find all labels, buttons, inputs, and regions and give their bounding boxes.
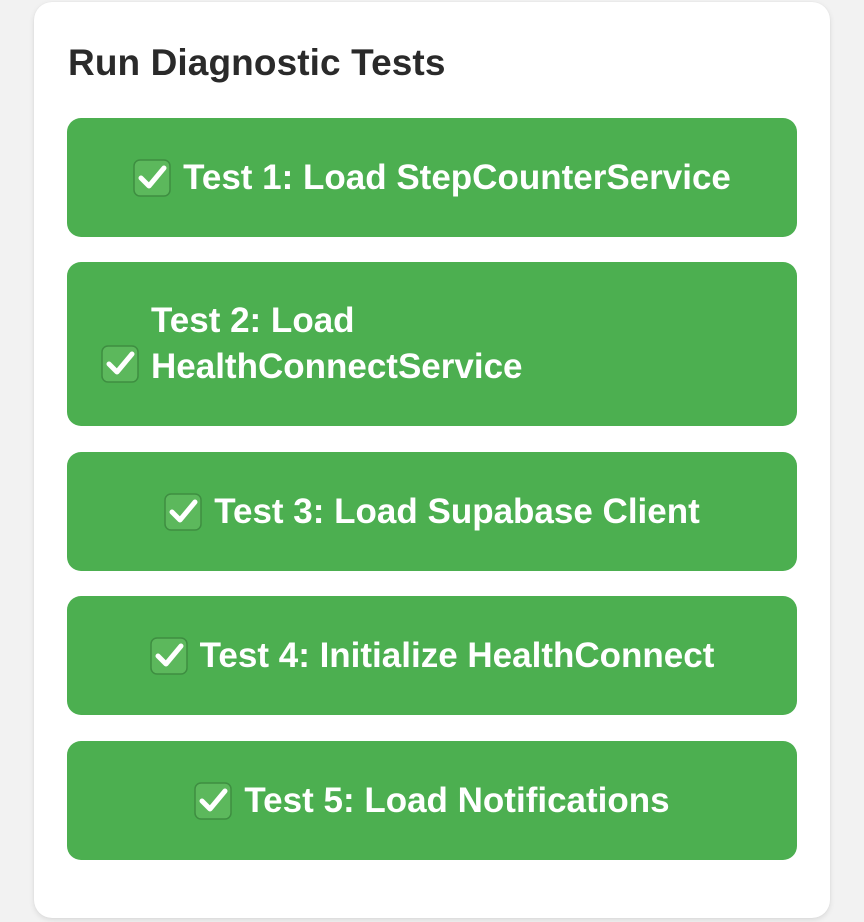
test-3-label: Test 3: Load Supabase Client — [214, 491, 700, 531]
test-3-button[interactable]: Test 3: Load Supabase Client — [67, 452, 797, 571]
test-2-label: Test 2: Load HealthConnectService — [151, 301, 523, 386]
test-5-button[interactable]: Test 5: Load Notifications — [67, 741, 797, 860]
test-2-button[interactable]: Test 2: Load HealthConnectService — [67, 262, 797, 426]
card-title: Run Diagnostic Tests — [68, 42, 446, 83]
check-mark-button-icon — [101, 345, 139, 383]
test-2-content: Test 2: Load HealthConnectService — [101, 298, 591, 390]
test-4-button[interactable]: Test 4: Initialize HealthConnect — [67, 596, 797, 715]
check-mark-button-icon — [149, 636, 188, 675]
check-mark-button-icon — [164, 492, 202, 531]
test-4-label: Test 4: Initialize HealthConnect — [199, 635, 715, 675]
check-mark-button-icon — [194, 781, 233, 820]
test-5-label: Test 5: Load Notifications — [244, 780, 670, 820]
test-1-button[interactable]: Test 1: Load StepCounterService — [67, 118, 797, 237]
test-1-label: Test 1: Load StepCounterService — [183, 157, 731, 197]
check-mark-button-icon — [133, 158, 171, 197]
diagnostics-card: Run Diagnostic Tests Test 1: Load StepCo… — [34, 2, 830, 918]
